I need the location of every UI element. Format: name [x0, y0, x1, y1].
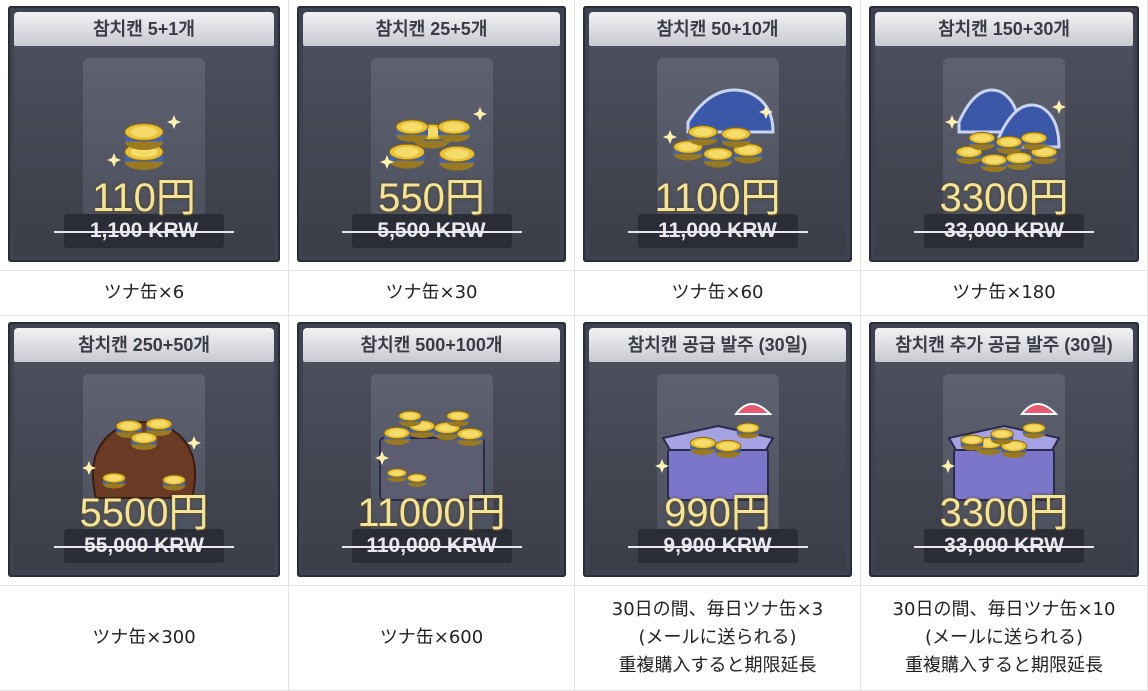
product-description-cell: ツナ缶×300	[0, 586, 289, 691]
product-image-cell: 참치캔 500+100개 110,000 KRW 11000円	[289, 316, 575, 586]
product-description-cell: ツナ缶×180	[861, 271, 1148, 316]
jpy-price-overlay: 11000円	[357, 491, 506, 535]
product-image-cell: 참치캔 50+10개 11,000 KRW 1100円	[575, 0, 861, 271]
product-card-title: 참치캔 추가 공급 발주 (30일)	[875, 328, 1133, 362]
product-image-cell: 참치캔 5+1개 1,100 KRW 110円	[0, 0, 289, 271]
product-card: 참치캔 500+100개 110,000 KRW 11000円	[297, 322, 566, 577]
description-line: 重複購入すると期限延長	[904, 655, 1103, 676]
description-line: ツナ缶×300	[92, 627, 196, 648]
product-image-cell: 참치캔 250+50개 55,000 KRW 5500円	[0, 316, 289, 586]
jpy-price-overlay: 3300円	[939, 176, 1069, 220]
product-card-body: 9,900 KRW 990円	[589, 362, 846, 571]
product-card: 참치캔 추가 공급 발주 (30일) 33,000 KRW 3300円	[869, 322, 1139, 577]
strikethrough-line	[914, 231, 1094, 233]
product-description-cell: ツナ缶×6	[0, 271, 289, 316]
jpy-price-overlay: 550円	[378, 176, 485, 220]
product-card-title: 참치캔 공급 발주 (30일)	[589, 328, 846, 362]
product-description: ツナ缶×6	[104, 279, 185, 307]
product-image-cell: 참치캔 25+5개 5,500 KRW 550円	[289, 0, 575, 271]
price-table: 참치캔 5+1개 1,100 KRW 110円ツナ缶×6 참치캔 25+5개 5,500…	[0, 0, 1148, 691]
jpy-price-overlay: 3300円	[939, 491, 1069, 535]
strikethrough-line	[627, 231, 808, 233]
product-card-title: 참치캔 500+100개	[303, 328, 560, 362]
description-line: (メールに送られる)	[638, 627, 797, 648]
jpy-price-overlay: 990円	[664, 491, 771, 535]
product-description: ツナ缶×300	[92, 624, 195, 652]
product-card: 참치캔 공급 발주 (30일) 9,900 KRW 990円	[583, 322, 852, 577]
product-card-body: 1,100 KRW 110円	[14, 46, 274, 256]
product-description-cell: 30日の間、毎日ツナ缶×10 (メールに送られる) 重複購入すると期限延長	[861, 586, 1148, 691]
description-line: ツナ缶×180	[952, 282, 1056, 303]
product-card-title: 참치캔 150+30개	[875, 12, 1133, 46]
product-card-title: 참치캔 25+5개	[303, 12, 560, 46]
product-description-cell: ツナ缶×600	[289, 586, 575, 691]
strikethrough-line	[54, 231, 234, 233]
strikethrough-line	[341, 546, 522, 548]
product-card-body: 55,000 KRW 5500円	[14, 362, 274, 571]
product-card-title: 참치캔 250+50개	[14, 328, 274, 362]
product-description-cell: ツナ缶×60	[575, 271, 861, 316]
product-card-title: 참치캔 50+10개	[589, 12, 846, 46]
jpy-price-overlay: 5500円	[79, 491, 209, 535]
product-card-body: 5,500 KRW 550円	[303, 46, 560, 256]
product-description: 30日の間、毎日ツナ缶×3 (メールに送られる) 重複購入すると期限延長	[612, 596, 823, 680]
product-card-body: 11,000 KRW 1100円	[589, 46, 846, 256]
product-description-cell: ツナ缶×30	[289, 271, 575, 316]
description-line: ツナ缶×6	[103, 282, 185, 303]
product-description: 30日の間、毎日ツナ缶×10 (メールに送られる) 重複購入すると期限延長	[893, 596, 1116, 680]
description-line: 30日の間、毎日ツナ缶×3	[611, 599, 824, 620]
description-line: ツナ缶×60	[671, 282, 764, 303]
strikethrough-line	[627, 546, 808, 548]
description-line: 30日の間、毎日ツナ缶×10	[892, 599, 1116, 620]
description-line: ツナ缶×600	[379, 627, 484, 648]
description-line: ツナ缶×30	[385, 282, 478, 303]
product-card: 참치캔 25+5개 5,500 KRW 550円	[297, 6, 566, 262]
product-image-cell: 참치캔 추가 공급 발주 (30일) 33,000 KRW 3300円	[861, 316, 1148, 586]
product-description: ツナ缶×600	[380, 624, 483, 652]
product-card-body: 33,000 KRW 3300円	[875, 46, 1133, 256]
strikethrough-line	[341, 231, 522, 233]
description-line: (メールに送られる)	[924, 627, 1084, 648]
product-description-cell: 30日の間、毎日ツナ缶×3 (メールに送られる) 重複購入すると期限延長	[575, 586, 861, 691]
product-image-cell: 참치캔 150+30개 33,000 KRW 3300円	[861, 0, 1148, 271]
jpy-price-overlay: 110円	[92, 176, 196, 220]
product-card: 참치캔 250+50개 55,000 KRW 5500円	[8, 322, 280, 577]
product-card: 참치캔 5+1개 1,100 KRW 110円	[8, 6, 280, 262]
description-line: 重複購入すると期限延長	[618, 655, 817, 676]
product-description: ツナ缶×30	[386, 279, 478, 307]
product-card-body: 33,000 KRW 3300円	[875, 362, 1133, 571]
strikethrough-line	[914, 546, 1094, 548]
product-card-title: 참치캔 5+1개	[14, 12, 274, 46]
product-card: 참치캔 50+10개 11,000 KRW 1100円	[583, 6, 852, 262]
strikethrough-line	[54, 546, 234, 548]
product-description: ツナ缶×180	[952, 279, 1055, 307]
product-card-body: 110,000 KRW 11000円	[303, 362, 560, 571]
product-image-cell: 참치캔 공급 발주 (30일) 9,900 KRW 990円	[575, 316, 861, 586]
jpy-price-overlay: 1100円	[654, 176, 781, 220]
product-card: 참치캔 150+30개 33,000 KRW 3300円	[869, 6, 1139, 262]
product-description: ツナ缶×60	[672, 279, 764, 307]
